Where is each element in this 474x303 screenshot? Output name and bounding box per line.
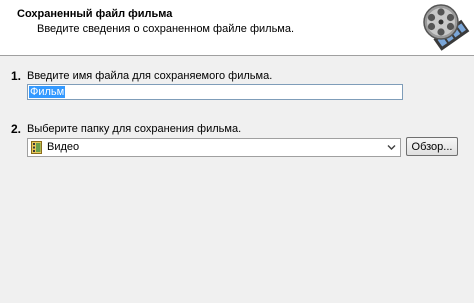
film-reel-icon: [423, 4, 470, 51]
filename-input[interactable]: Фильм: [27, 84, 403, 100]
folder-select[interactable]: Видео: [27, 138, 401, 157]
folder-value: Видео: [47, 141, 80, 153]
step-2-label: Выберите папку для сохранения фильма.: [27, 123, 242, 135]
video-folder-icon: [31, 141, 42, 154]
header-subtitle: Введите сведения о сохраненном файле фил…: [37, 23, 295, 35]
step-1-label: Введите имя файла для сохраняемого фильм…: [27, 70, 273, 82]
save-movie-dialog: Сохраненный файл фильма Введите сведения…: [0, 0, 474, 303]
header-title: Сохраненный файл фильма: [17, 8, 173, 20]
dialog-header: Сохраненный файл фильма Введите сведения…: [0, 0, 474, 56]
filename-value: Фильм: [29, 86, 66, 98]
browse-button[interactable]: Обзор...: [406, 137, 458, 156]
step-2-number: 2.: [11, 122, 22, 136]
step-1-number: 1.: [11, 69, 22, 83]
chevron-down-icon[interactable]: [387, 144, 396, 151]
